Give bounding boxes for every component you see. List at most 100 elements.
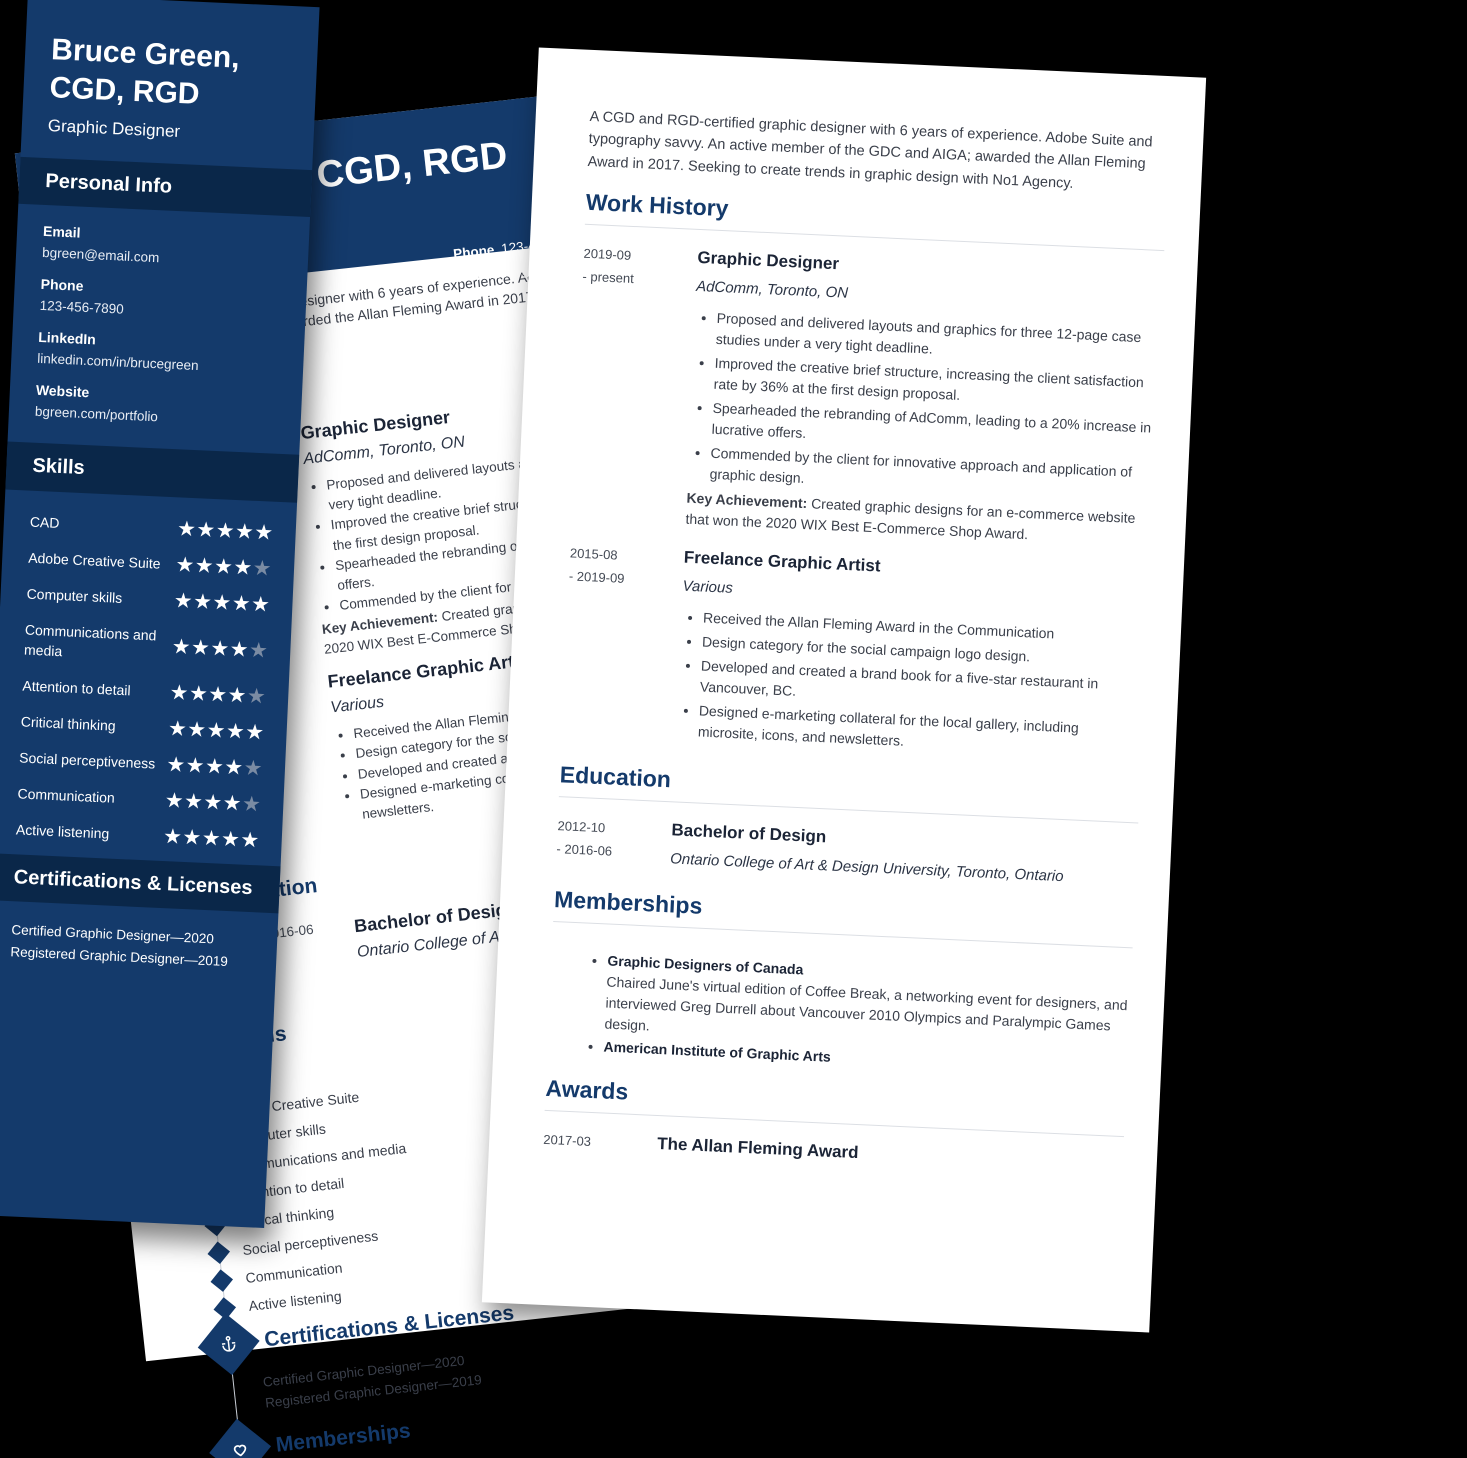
sidebar-name: Bruce Green, CGD, RGD [23,0,320,120]
skill-label: Active listening [247,1288,343,1315]
star-filled-icon: ★ [204,754,225,779]
sidebar-certifications-list: Certified Graphic Designer—2020 Register… [0,900,278,1000]
star-empty-icon: ★ [243,756,264,781]
contact-website-label: Website [455,264,508,286]
sidebar-website-value[interactable]: bgreen.com/portfolio [35,404,275,430]
sidebar-skill-label: Critical thinking [20,713,117,734]
star-filled-icon: ★ [194,554,215,579]
star-filled-icon: ★ [253,520,275,545]
right-resume-body: A CGD and RGD-certified graphic designer… [489,47,1206,1179]
star-filled-icon: ★ [225,719,246,744]
award-title: The Allan Fleming Award [656,1134,859,1163]
date-to: - present [582,268,635,286]
work-entry-1-right: 2019-09 - present Graphic Designer AdCom… [571,243,1163,551]
sidebar-personal-info-block: Email bgreen@email.com Phone 123-456-789… [8,204,310,439]
star-filled-icon: ★ [227,683,248,708]
star-filled-icon: ★ [223,755,245,780]
star-filled-icon: ★ [195,518,217,543]
star-rating: ★★★★★ [168,717,266,745]
star-filled-icon: ★ [202,790,224,815]
star-filled-icon: ★ [176,517,197,542]
star-filled-icon: ★ [220,827,241,852]
section-title-awards-right: Awards [545,1075,629,1106]
award-entry: 2017-03 The Allan Fleming Award [543,1129,1123,1177]
contact-phone-label: Phone [452,242,496,262]
star-filled-icon: ★ [231,591,252,616]
star-filled-icon: ★ [250,592,271,617]
star-filled-icon: ★ [215,519,236,543]
screenshot-stage: Bruce Green, CGD, RGD Graphic Designer E… [0,0,1467,1458]
star-filled-icon: ★ [209,636,231,661]
work-entry-1-bullets-right: Proposed and delivered layouts and graph… [687,307,1161,505]
star-filled-icon: ★ [244,720,266,745]
heart-icon [209,1418,272,1458]
section-title-memberships-right: Memberships [553,886,703,920]
sidebar-skill-row: Social perceptiveness ★★★★★ [18,747,264,781]
sidebar-skill-row: Adobe Creative Suite ★★★★★ [27,548,273,581]
star-filled-icon: ★ [188,681,209,706]
star-empty-icon: ★ [246,684,267,709]
sidebar-skill-label: Communication [17,785,116,806]
star-empty-icon: ★ [252,556,273,581]
resume-card-right[interactable]: A CGD and RGD-certified graphic designer… [481,47,1207,1333]
memberships-list: Graphic Designers of Canada Chaired June… [547,948,1131,1081]
sidebar-phone-value[interactable]: 123-456-7890 [39,298,279,324]
sidebar-skills-list: CAD ★★★★★ Adobe Creative Suite ★★★★★ Compute… [0,489,297,865]
sidebar-skill-label: Social perceptiveness [18,749,156,772]
star-filled-icon: ★ [181,825,203,850]
section-title-certifications: Certifications & Licenses [263,1301,516,1352]
sidebar-linkedin-value[interactable]: linkedin.com/in/brucegreen [37,351,277,377]
star-filled-icon: ★ [185,753,206,778]
star-filled-icon: ★ [201,826,222,851]
star-filled-icon: ★ [164,788,185,813]
sidebar-skill-label: Communications and media [23,621,157,660]
star-rating: ★★★★★ [165,752,264,781]
star-filled-icon: ★ [222,791,243,816]
sidebar-skill-row: CAD ★★★★★ [29,512,275,545]
timeline-node [210,1269,234,1293]
star-filled-icon: ★ [171,634,192,659]
education-entry-right: 2012-10 - 2016-06 Bachelor of Design Ont… [556,816,1138,889]
sidebar-skill-label: CAD [29,513,60,532]
work-entry-2-dates-right: 2015-08 - 2019-09 [568,543,670,592]
star-filled-icon: ★ [206,718,227,743]
sidebar-skill-row: Critical thinking ★★★★★ [20,711,266,745]
work-entry-2-right: 2015-08 - 2019-09 Freelance Graphic Arti… [561,543,1149,766]
star-filled-icon: ★ [190,635,211,660]
timeline-node [207,1241,231,1265]
date-to: - 2019-09 [568,567,625,586]
section-title-memberships: Memberships [274,1419,412,1457]
star-rating: ★★★★★ [164,788,262,816]
sidebar-email-value[interactable]: bgreen@email.com [42,245,282,271]
star-rating: ★★★★★ [174,553,273,581]
anchor-icon [197,1313,260,1376]
sidebar-skill-label: Active listening [15,821,110,842]
sidebar-skill-row: Computer skills ★★★★★ [26,584,271,617]
star-filled-icon: ★ [162,824,183,849]
education-dates-right: 2012-10 - 2016-06 [556,816,658,865]
star-filled-icon: ★ [165,752,187,777]
sidebar-skill-label: Attention to detail [22,677,131,699]
star-filled-icon: ★ [173,589,194,614]
star-filled-icon: ★ [211,590,233,615]
sidebar-skill-row: Communication ★★★★★ [17,783,262,816]
star-rating: ★★★★★ [169,681,267,709]
star-rating: ★★★★★ [171,634,269,663]
section-title-education-right: Education [559,761,672,793]
star-filled-icon: ★ [174,553,196,578]
skill-label: Social perceptiveness [241,1227,379,1259]
star-rating: ★★★★★ [162,824,261,852]
star-filled-icon: ★ [232,555,254,580]
star-filled-icon: ★ [207,682,229,707]
sidebar-skill-label: Computer skills [26,585,123,607]
star-filled-icon: ★ [192,590,213,614]
sidebar-skill-row: Attention to detail ★★★★★ [22,675,267,709]
skill-label: Communication [244,1259,344,1287]
star-filled-icon: ★ [186,717,208,742]
star-filled-icon: ★ [239,828,261,852]
star-empty-icon: ★ [248,638,269,663]
resume-sidebar[interactable]: Bruce Green, CGD, RGD Graphic Designer P… [0,0,320,1228]
work-entry-1-dates-right: 2019-09 - present [582,243,684,292]
work-entry-2-bullets-right: Received the Allan Fleming Award in the … [675,607,1147,763]
sidebar-skill-label: Adobe Creative Suite [27,549,161,572]
